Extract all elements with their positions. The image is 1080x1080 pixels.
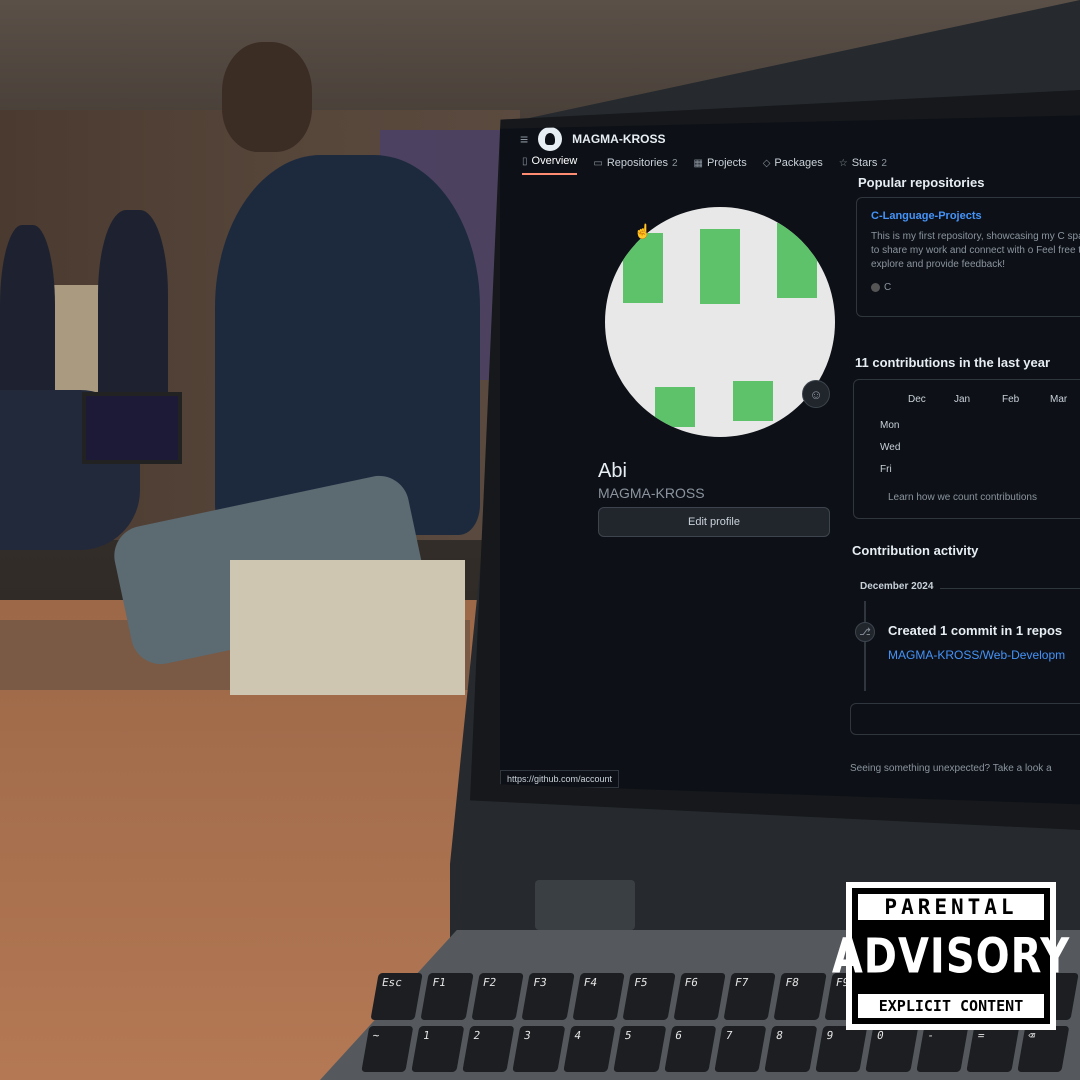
month-label: Jan xyxy=(954,394,971,405)
keyboard-key[interactable]: 4 xyxy=(562,1025,616,1072)
parental-advisory-label: PARENTAL ADVISORY EXPLICIT CONTENT xyxy=(831,882,1071,1030)
table-icon: ▦ xyxy=(693,157,703,169)
keyboard-key[interactable]: F2 xyxy=(471,973,525,1020)
repo-card: C-Language-Projects This is my first rep… xyxy=(856,197,1080,317)
popular-repos-title: Popular repositories xyxy=(858,175,985,190)
keyboard-key[interactable]: F3 xyxy=(521,973,575,1020)
keyboard-key[interactable]: 6 xyxy=(663,1025,717,1072)
day-label: Fri xyxy=(880,464,892,475)
contribution-graph: Dec Jan Feb Mar Mon Wed Fri Learn how we… xyxy=(853,379,1080,519)
month-label: Feb xyxy=(1002,394,1020,405)
repo-description: This is my first repository, showcasing … xyxy=(871,231,1080,270)
activity-title: Contribution activity xyxy=(852,543,979,558)
commit-summary[interactable]: Created 1 commit in 1 repos xyxy=(888,623,1062,638)
menu-icon[interactable]: ≡ xyxy=(520,131,528,147)
top-nav: ≡ MAGMA-KROSS xyxy=(520,127,666,151)
identicon-cell xyxy=(623,233,663,303)
keyboard-key[interactable]: ⌫ xyxy=(1016,1025,1070,1072)
show-more-activity-button[interactable] xyxy=(850,703,1080,735)
month-label: Dec xyxy=(908,394,926,405)
box xyxy=(230,560,465,695)
keyboard-key[interactable]: ~ xyxy=(361,1025,414,1072)
language-color-dot xyxy=(871,283,880,292)
tab-stars[interactable]: ☆ Stars 2 xyxy=(839,157,887,175)
profile-login: MAGMA-KROSS xyxy=(598,485,705,501)
keyboard-key[interactable]: F5 xyxy=(622,973,676,1020)
keyboard-key[interactable]: 8 xyxy=(764,1025,818,1072)
keyboard-key[interactable]: 5 xyxy=(613,1025,667,1072)
keyboard-key[interactable]: F6 xyxy=(673,973,726,1020)
tab-label: Packages xyxy=(774,157,823,169)
identicon-cell xyxy=(733,381,773,421)
activity-month: December 2024 xyxy=(860,581,934,592)
language-label: C xyxy=(884,282,892,293)
keyboard-key[interactable]: 9 xyxy=(815,1025,868,1072)
keyboard-key[interactable]: F8 xyxy=(773,973,827,1020)
tab-count: 2 xyxy=(881,157,887,169)
tab-count: 2 xyxy=(671,157,678,169)
contributions-title: 11 contributions in the last year xyxy=(855,355,1051,370)
keyboard-key[interactable]: 0 xyxy=(865,1025,919,1072)
tab-label: Repositories xyxy=(606,157,668,169)
background-monitor xyxy=(82,392,182,464)
person-head xyxy=(222,42,312,152)
divider xyxy=(940,588,1080,589)
commit-icon: ⎇ xyxy=(855,622,875,642)
keyboard-key[interactable]: 2 xyxy=(462,1025,515,1072)
keyboard-key[interactable]: F4 xyxy=(572,973,625,1020)
timeline-line xyxy=(864,601,866,691)
package-icon: ◇ xyxy=(762,157,771,169)
keyboard-key[interactable]: F7 xyxy=(723,973,777,1020)
contributions-help-link[interactable]: Learn how we count contributions xyxy=(888,492,1037,503)
smiley-icon: ☺ xyxy=(809,386,823,402)
edit-profile-button[interactable]: Edit profile xyxy=(598,507,830,537)
profile-display-name: Abi xyxy=(598,460,627,482)
tab-packages[interactable]: ◇ Packages xyxy=(763,157,823,175)
keyboard-key[interactable]: 1 xyxy=(411,1025,465,1072)
mouse-cursor-icon: ☝ xyxy=(634,223,652,239)
month-label: Mar xyxy=(1050,394,1068,405)
advisory-inner: PARENTAL ADVISORY EXPLICIT CONTENT xyxy=(831,888,1071,1024)
repo-language: C xyxy=(871,282,1080,293)
header-username[interactable]: MAGMA-KROSS xyxy=(572,132,665,146)
repo-link[interactable]: C-Language-Projects xyxy=(871,210,1080,222)
identicon-cell xyxy=(777,223,817,298)
keyboard-key[interactable]: 7 xyxy=(714,1025,767,1072)
advisory-middle: ADVISORY xyxy=(831,929,1071,985)
tab-label: Stars xyxy=(851,157,878,169)
avatar[interactable] xyxy=(605,207,835,437)
identicon-cell xyxy=(700,229,740,304)
day-label: Wed xyxy=(880,442,901,453)
tab-label: Overview xyxy=(531,155,578,167)
day-label: Mon xyxy=(880,420,900,431)
book-icon: ▯ xyxy=(522,155,528,167)
github-logo-icon[interactable] xyxy=(538,127,563,151)
person-background xyxy=(98,210,168,420)
set-status-button[interactable]: ☺ xyxy=(802,380,830,408)
keyboard-key[interactable]: 3 xyxy=(512,1025,566,1072)
tab-overview[interactable]: ▯ Overview xyxy=(522,155,578,175)
tab-projects[interactable]: ▦ Projects xyxy=(694,157,747,175)
star-icon: ☆ xyxy=(838,157,848,169)
tab-label: Projects xyxy=(706,157,747,169)
keyboard-key[interactable]: - xyxy=(915,1025,969,1072)
commit-repo-link[interactable]: MAGMA-KROSS/Web-Developm xyxy=(888,648,1065,662)
keyboard-key[interactable]: Esc xyxy=(370,973,424,1020)
repo-icon: ▭ xyxy=(593,157,603,169)
github-profile-screen: ≡ MAGMA-KROSS ▯ Overview ▭ Repositories … xyxy=(500,115,1080,805)
person-standing xyxy=(215,155,480,535)
tab-repositories[interactable]: ▭ Repositories 2 xyxy=(593,157,677,175)
unexpected-note: Seeing something unexpected? Take a look… xyxy=(850,763,1052,774)
identicon-cell xyxy=(655,387,695,427)
laptop-hinge xyxy=(535,880,635,930)
profile-tabs: ▯ Overview ▭ Repositories 2 ▦ Projects ◇… xyxy=(522,155,887,175)
keyboard-key[interactable]: F1 xyxy=(420,973,474,1020)
keyboard-key[interactable]: = xyxy=(966,1025,1020,1072)
